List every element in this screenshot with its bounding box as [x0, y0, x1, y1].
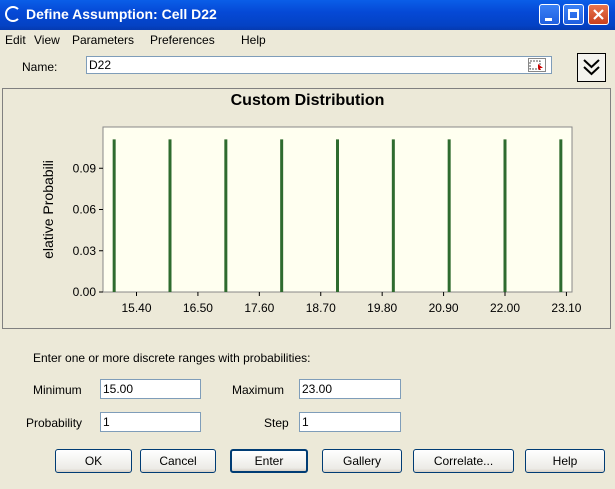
- ranges-prompt: Enter one or more discrete ranges with p…: [33, 351, 311, 365]
- gallery-button[interactable]: Gallery: [322, 449, 402, 473]
- ok-button[interactable]: OK: [55, 449, 132, 473]
- x-tick-label: 16.50: [183, 301, 213, 315]
- x-tick-label: 15.40: [121, 301, 151, 315]
- x-tick-label: 22.00: [490, 301, 520, 315]
- y-axis-label: elative Probabili: [40, 160, 56, 259]
- cancel-button[interactable]: Cancel: [140, 449, 216, 473]
- y-tick-label: 0.09: [73, 161, 97, 175]
- bar: [112, 139, 116, 292]
- y-tick-label: 0.06: [73, 203, 97, 217]
- bar: [503, 139, 507, 292]
- maximum-input[interactable]: 23.00: [299, 379, 401, 399]
- bar: [224, 139, 228, 292]
- y-tick-label: 0.03: [73, 244, 97, 258]
- define-assumption-window: Define Assumption: Cell D22 Edit View Pa…: [0, 0, 615, 489]
- minimum-input[interactable]: 15.00: [100, 379, 201, 399]
- bar: [280, 139, 284, 292]
- x-tick-label: 17.60: [244, 301, 274, 315]
- bar: [559, 139, 563, 292]
- maximum-label: Maximum: [232, 383, 285, 397]
- x-tick-label: 19.80: [367, 301, 397, 315]
- y-tick-label: 0.00: [73, 285, 97, 299]
- bar: [391, 139, 395, 292]
- x-tick-label: 20.90: [429, 301, 459, 315]
- bar: [447, 139, 451, 292]
- probability-input[interactable]: 1: [100, 412, 201, 432]
- bar: [336, 139, 339, 292]
- minimum-label: Minimum: [33, 383, 82, 397]
- correlate-button[interactable]: Correlate...: [413, 449, 514, 473]
- distribution-chart: 0.00 0.03 0.06 0.09 15.40 16.50 17.60 18.70 19.8…: [40, 126, 582, 315]
- step-input[interactable]: 1: [299, 412, 401, 432]
- step-label: Step: [264, 416, 289, 430]
- x-tick-label: 18.70: [306, 301, 336, 315]
- help-button[interactable]: Help: [525, 449, 605, 473]
- bar: [168, 139, 172, 292]
- x-tick-label: 23.10: [551, 301, 581, 315]
- probability-label: Probability: [26, 416, 83, 430]
- enter-button[interactable]: Enter: [230, 449, 308, 473]
